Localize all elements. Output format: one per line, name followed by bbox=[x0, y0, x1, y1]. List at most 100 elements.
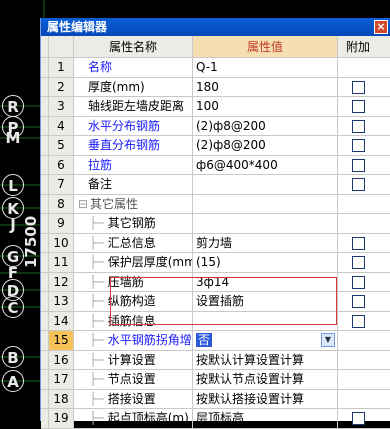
row-value: 按默认节点设置计算 bbox=[196, 372, 305, 386]
row-number: 12 bbox=[49, 272, 74, 291]
row-number: 14 bbox=[49, 311, 74, 330]
property-row[interactable]: 19 ├─ 起点顶标高(m) 层顶标高 bbox=[41, 409, 390, 429]
row-number: 6 bbox=[49, 155, 74, 174]
tree-branch-icon: ├─ bbox=[78, 352, 108, 367]
value-cell[interactable]: 180 bbox=[193, 77, 338, 96]
row-name: 其它属性 bbox=[90, 196, 139, 211]
value-cell[interactable] bbox=[193, 311, 338, 330]
row-value: (15) bbox=[196, 255, 221, 269]
value-cell[interactable]: Q-1 bbox=[193, 58, 338, 77]
property-row[interactable]: 15 ├─ 水平钢筋拐角增否 ▼ bbox=[41, 331, 390, 351]
value-cell[interactable]: 层顶标高 bbox=[193, 409, 338, 428]
row-value: Q-1 bbox=[196, 60, 218, 74]
header-extra[interactable]: 附加 bbox=[338, 36, 378, 57]
value-cell[interactable]: 按默认节点设置计算 bbox=[193, 370, 338, 389]
row-value: 否 bbox=[196, 333, 213, 347]
header-value[interactable]: 属性值 bbox=[193, 36, 338, 57]
row-value: 3ф14 bbox=[196, 274, 230, 289]
tree-branch-icon: ├─ bbox=[78, 255, 108, 269]
property-row[interactable]: 3 轴线距左墙皮距离 100 bbox=[41, 97, 390, 117]
row-value: 180 bbox=[196, 79, 219, 94]
extra-checkbox[interactable] bbox=[352, 256, 365, 269]
extra-checkbox[interactable] bbox=[352, 236, 365, 250]
close-icon[interactable]: × bbox=[374, 20, 388, 34]
extra-checkbox[interactable] bbox=[352, 295, 365, 308]
extra-checkbox[interactable] bbox=[352, 158, 365, 172]
property-row[interactable]: 16 ├─ 计算设置 按默认计算设置计算 bbox=[41, 350, 390, 370]
extra-checkbox[interactable] bbox=[352, 119, 365, 133]
header-name[interactable]: 属性名称 bbox=[74, 36, 193, 57]
row-number: 11 bbox=[49, 253, 74, 272]
row-name: 纵筋构造 bbox=[107, 294, 156, 308]
property-row[interactable]: 18 ├─ 搭接设置 按默认搭接设置计算 bbox=[41, 389, 390, 409]
extra-checkbox[interactable] bbox=[352, 275, 365, 289]
tree-branch-icon: ├─ bbox=[78, 274, 108, 289]
value-cell[interactable]: 100 bbox=[193, 97, 338, 116]
row-value: 层顶标高 bbox=[196, 411, 245, 425]
value-cell[interactable]: (2)ф8@200 bbox=[193, 136, 338, 155]
property-row[interactable]: 11 ├─ 保护层厚度(mm) (15) bbox=[41, 253, 390, 273]
window-titlebar[interactable]: 属性编辑器 × bbox=[41, 18, 390, 36]
row-name: 垂直分布钢筋 bbox=[88, 138, 161, 152]
property-row[interactable]: 8 ⊟ 其它属性 bbox=[41, 194, 390, 214]
value-cell[interactable]: 按默认计算设置计算 bbox=[193, 350, 338, 369]
property-row[interactable]: 9 ├─ 其它钢筋 bbox=[41, 214, 390, 234]
row-number: 2 bbox=[49, 77, 74, 96]
row-name: 水平分布钢筋 bbox=[88, 118, 161, 133]
row-name: 起点顶标高(m) bbox=[107, 411, 189, 425]
property-row[interactable]: 6 拉筋 ф6@400*400 bbox=[41, 155, 390, 175]
row-name: 水平钢筋拐角增 bbox=[107, 333, 192, 347]
tree-branch-icon: ├─ bbox=[78, 391, 108, 406]
row-name: 名称 bbox=[88, 60, 113, 74]
property-row[interactable]: 1 名称 Q-1 bbox=[41, 58, 390, 78]
extra-checkbox[interactable] bbox=[352, 314, 365, 328]
value-cell[interactable]: 按默认搭接设置计算 bbox=[193, 389, 338, 408]
row-value: 100 bbox=[196, 99, 219, 113]
value-cell[interactable]: (15) bbox=[193, 253, 338, 272]
extra-checkbox[interactable] bbox=[352, 412, 365, 425]
extra-checkbox[interactable] bbox=[352, 139, 365, 152]
value-cell[interactable]: 剪力墙 bbox=[193, 233, 338, 252]
row-value: (2)ф8@200 bbox=[196, 118, 266, 133]
property-row[interactable]: 14 ├─ 插筋信息 bbox=[41, 311, 390, 331]
value-cell[interactable]: 设置插筋 bbox=[193, 292, 338, 311]
value-cell[interactable]: 3ф14 bbox=[193, 272, 338, 291]
row-number: 1 bbox=[49, 58, 74, 77]
row-value: 按默认搭接设置计算 bbox=[196, 391, 305, 406]
property-row[interactable]: 12 ├─ 压墙筋 3ф14 bbox=[41, 272, 390, 292]
axis-label-a: A bbox=[2, 370, 24, 392]
tree-branch-icon: ├─ bbox=[78, 235, 108, 250]
row-number: 8 bbox=[49, 194, 74, 213]
property-row[interactable]: 4 水平分布钢筋 (2)ф8@200 bbox=[41, 116, 390, 136]
value-cell[interactable]: 否 ▼ bbox=[193, 331, 338, 350]
extra-checkbox[interactable] bbox=[352, 178, 365, 191]
value-cell[interactable] bbox=[193, 175, 338, 194]
row-name: 厚度(mm) bbox=[88, 79, 145, 94]
row-number: 5 bbox=[49, 136, 74, 155]
chevron-down-icon[interactable]: ▼ bbox=[321, 333, 335, 347]
axis-label-m: M bbox=[5, 129, 21, 147]
value-cell[interactable] bbox=[193, 194, 338, 213]
row-name: 拉筋 bbox=[88, 157, 113, 172]
property-row[interactable]: 17 ├─ 节点设置 按默认节点设置计算 bbox=[41, 370, 390, 390]
property-row[interactable]: 7 备注 bbox=[41, 175, 390, 195]
collapse-toggle-icon[interactable]: ⊟ bbox=[78, 195, 90, 214]
value-cell[interactable] bbox=[193, 214, 338, 233]
row-name: 备注 bbox=[88, 177, 113, 191]
row-number: 9 bbox=[49, 214, 74, 233]
tree-branch-icon: ├─ bbox=[78, 411, 108, 425]
value-cell[interactable]: (2)ф8@200 bbox=[193, 116, 338, 135]
extra-checkbox[interactable] bbox=[352, 100, 365, 113]
row-name: 节点设置 bbox=[107, 372, 156, 386]
row-name: 搭接设置 bbox=[107, 391, 156, 406]
property-row[interactable]: 10 ├─ 汇总信息 剪力墙 bbox=[41, 233, 390, 253]
row-name: 汇总信息 bbox=[107, 235, 156, 250]
row-name: 轴线距左墙皮距离 bbox=[88, 99, 185, 113]
property-row[interactable]: 5 垂直分布钢筋 (2)ф8@200 bbox=[41, 136, 390, 156]
row-number: 16 bbox=[49, 350, 74, 369]
value-cell[interactable]: ф6@400*400 bbox=[193, 155, 338, 174]
extra-checkbox[interactable] bbox=[352, 80, 365, 94]
property-row[interactable]: 2 厚度(mm) 180 bbox=[41, 77, 390, 97]
window-title: 属性编辑器 bbox=[47, 20, 108, 34]
property-row[interactable]: 13 ├─ 纵筋构造 设置插筋 bbox=[41, 292, 390, 312]
